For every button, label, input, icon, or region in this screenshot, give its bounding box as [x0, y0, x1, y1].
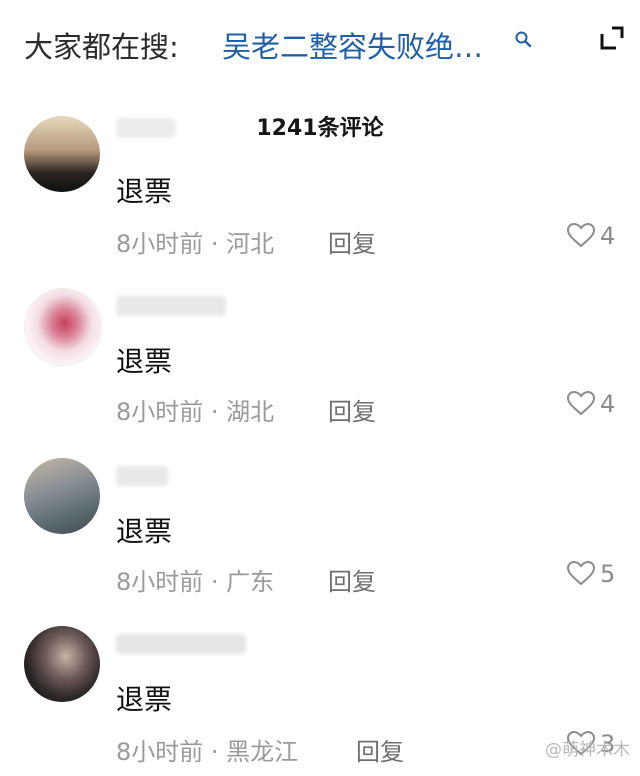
avatar[interactable]: [24, 626, 100, 702]
username-blurred[interactable]: [116, 118, 176, 138]
like-button[interactable]: 4: [566, 222, 615, 250]
like-count: 4: [600, 222, 616, 250]
comment-item: 退票 8小时前 · 湖北 回复 4: [0, 286, 640, 436]
reply-button[interactable]: 回复: [356, 732, 404, 767]
reply-button[interactable]: 回复: [328, 392, 376, 427]
heart-icon: [566, 560, 596, 586]
reply-button[interactable]: 回复: [328, 224, 376, 259]
avatar[interactable]: [24, 458, 100, 534]
comment-text: 退票: [116, 683, 173, 716]
comment-meta: 8小时前 · 湖北: [116, 398, 275, 426]
comment-meta: 8小时前 · 河北: [116, 230, 275, 258]
avatar[interactable]: [24, 116, 100, 192]
like-count: 4: [600, 390, 616, 418]
reply-button[interactable]: 回复: [328, 562, 376, 597]
search-suggestion-bar: 大家都在搜: 吴老二整容失败绝…: [0, 0, 640, 90]
username-blurred[interactable]: [116, 466, 168, 486]
username-blurred[interactable]: [116, 296, 226, 316]
comment-item: 退票 8小时前 · 广东 回复 5: [0, 456, 640, 606]
heart-icon: [566, 390, 596, 416]
comment-location: 广东: [226, 568, 275, 596]
search-icon[interactable]: [514, 30, 532, 48]
comment-text: 退票: [116, 345, 173, 378]
comment-time: 8小时前: [116, 230, 204, 258]
watermark: @萌神木木: [545, 740, 630, 760]
comment-meta: 8小时前 · 广东: [116, 568, 275, 596]
comment-location: 湖北: [226, 398, 275, 426]
comment-item: 退票 8小时前 · 黑龙江 回复 3: [0, 626, 640, 776]
comment-time: 8小时前: [116, 568, 204, 596]
comment-location: 黑龙江: [226, 738, 299, 766]
comment-text: 退票: [116, 515, 173, 548]
avatar[interactable]: [24, 288, 102, 366]
comment-text: 退票: [116, 175, 173, 208]
comment-time: 8小时前: [116, 398, 204, 426]
comment-location: 河北: [226, 230, 275, 258]
comment-item: 退票 8小时前 · 河北 回复 4: [0, 116, 640, 270]
heart-icon: [566, 222, 596, 248]
like-button[interactable]: 4: [566, 390, 615, 418]
hot-search-query-link[interactable]: 吴老二整容失败绝…: [222, 24, 510, 66]
hot-search-label: 大家都在搜:: [24, 30, 179, 64]
comment-meta: 8小时前 · 黑龙江: [116, 738, 299, 766]
like-count: 5: [600, 560, 616, 588]
like-button[interactable]: 5: [566, 560, 615, 588]
comment-time: 8小时前: [116, 738, 204, 766]
username-blurred[interactable]: [116, 634, 246, 654]
expand-icon[interactable]: [598, 24, 626, 52]
